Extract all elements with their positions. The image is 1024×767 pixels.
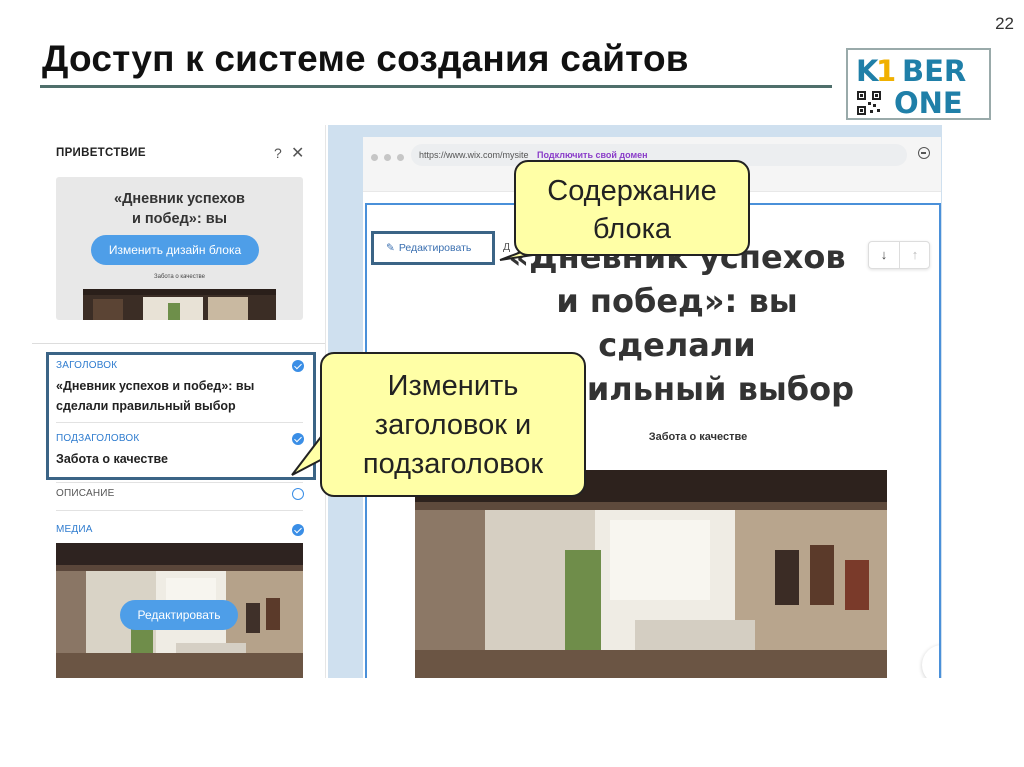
- field-separator: [56, 482, 303, 483]
- change-block-design-button[interactable]: Изменить дизайн блока: [91, 235, 259, 265]
- field-label-media: МЕДИА: [56, 524, 93, 535]
- panel-title: ПРИВЕТСТВИЕ: [56, 147, 146, 159]
- arrow-up-icon[interactable]: ↑: [900, 242, 930, 268]
- callout-line: блока: [592, 213, 672, 245]
- callout-change-heading: Изменить заголовок и подзаголовок: [320, 352, 586, 497]
- field-separator: [56, 422, 303, 423]
- move-block-controls: ↓ ↑: [868, 241, 930, 269]
- window-dot: [384, 154, 391, 161]
- floating-action-button[interactable]: [922, 645, 939, 678]
- preview-heading: «Дневник успехов и побед»: вы: [56, 189, 303, 229]
- slide-title: Доступ к системе создания сайтов: [42, 38, 689, 79]
- callout-line: подзаголовок: [362, 448, 544, 480]
- panel-divider: [32, 343, 325, 344]
- help-icon[interactable]: ?: [274, 145, 282, 161]
- check-icon[interactable]: [292, 524, 304, 536]
- page-number: 22: [995, 14, 1014, 33]
- title-underline: [40, 85, 832, 88]
- block-preview-card: «Дневник успехов и побед»: вы Изменить д…: [56, 177, 303, 320]
- kiberone-logo: K 1 BER ONE: [846, 48, 991, 120]
- check-icon[interactable]: [292, 360, 304, 372]
- preview-room-photo: [83, 289, 276, 320]
- logo-letters-ber: BER: [902, 54, 967, 88]
- preview-subtitle: Забота о качестве: [154, 274, 205, 280]
- field-label-description: ОПИСАНИЕ: [56, 488, 115, 499]
- check-icon[interactable]: [292, 433, 304, 445]
- field-separator: [56, 510, 303, 511]
- url-text: https://www.wix.com/mysite: [419, 150, 529, 160]
- edit-trail-text: Д: [503, 241, 511, 253]
- edit-block-label: Редактировать: [398, 242, 472, 254]
- window-dot: [371, 154, 378, 161]
- connect-domain-link[interactable]: Подключить свой домен: [537, 150, 648, 160]
- site-heading-line: и побед»: вы: [556, 282, 798, 320]
- preview-heading-line: и побед»: вы: [131, 211, 227, 227]
- arrow-down-icon[interactable]: ↓: [869, 242, 900, 268]
- pencil-icon: ✎: [386, 242, 395, 254]
- field-label-subheading: ПОДЗАГОЛОВОК: [56, 433, 140, 444]
- close-icon[interactable]: ✕: [291, 143, 304, 163]
- logo-digit-1: 1: [876, 54, 897, 88]
- zoom-out-icon[interactable]: [918, 147, 930, 159]
- preview-heading-line: «Дневник успехов: [114, 191, 245, 207]
- callout-line: Содержание: [547, 175, 717, 207]
- media-edit-button[interactable]: Редактировать: [120, 600, 238, 630]
- callout-line: Изменить: [387, 370, 519, 402]
- window-dot: [397, 154, 404, 161]
- site-room-photo: [415, 470, 887, 678]
- edit-block-button[interactable]: ✎ Редактировать: [371, 231, 495, 265]
- heading-field-value[interactable]: «Дневник успехов и побед»: вы сделали пр…: [56, 376, 286, 416]
- empty-circle-icon[interactable]: [292, 488, 304, 500]
- callout-line: заголовок и: [374, 409, 532, 441]
- subheading-field-value[interactable]: Забота о качестве: [56, 449, 286, 469]
- logo-letters-one: ONE: [894, 86, 963, 120]
- callout-content-block: Содержание блока: [514, 160, 750, 256]
- qr-code-icon: [856, 90, 882, 116]
- block-settings-panel: ПРИВЕТСТВИЕ ? ✕ «Дневник успехов и побед…: [32, 125, 326, 678]
- field-label-heading: ЗАГОЛОВОК: [56, 360, 118, 371]
